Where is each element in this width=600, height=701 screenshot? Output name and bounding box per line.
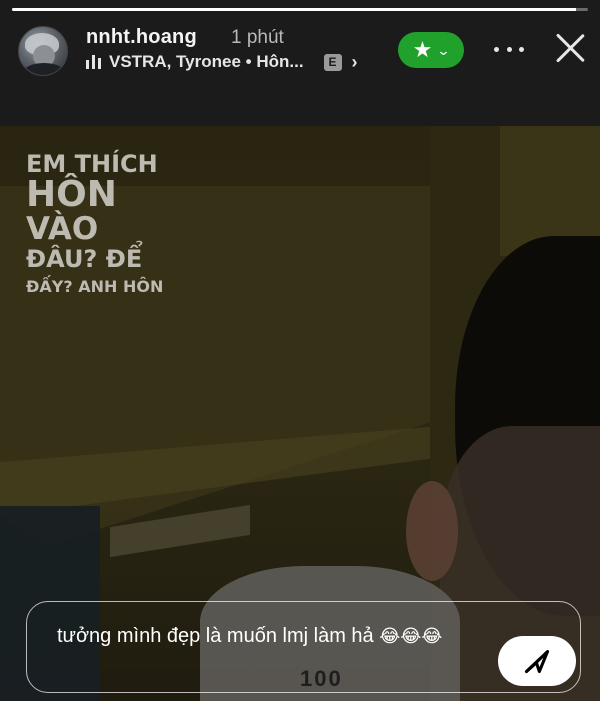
- username[interactable]: nnht.hoang: [86, 26, 197, 49]
- music-label[interactable]: VSTRA, Tyronee • Hôn... E ›: [86, 51, 358, 73]
- music-bars-icon: [86, 55, 101, 69]
- chevron-right-icon: ›: [351, 51, 358, 72]
- overlay-line: ĐẤY? ANH HÔN: [26, 277, 164, 296]
- overlay-line: HÔN: [26, 174, 117, 215]
- story-progress-fill: [12, 8, 577, 11]
- favorites-button[interactable]: ★ ⌄: [398, 32, 464, 68]
- music-title: VSTRA, Tyronee • Hôn...: [109, 52, 304, 71]
- send-button[interactable]: [498, 636, 576, 686]
- close-icon[interactable]: [552, 30, 588, 66]
- time-ago: 1 phút: [231, 27, 284, 48]
- story-text-overlay: EM THÍCH HÔN VÀO ĐÂU? ĐỂ ĐẤY? ANH HÔN: [26, 152, 163, 295]
- overlay-line: ĐÂU? ĐỂ: [26, 245, 143, 273]
- more-options-icon[interactable]: [494, 34, 524, 64]
- overlay-line: EM THÍCH: [26, 150, 158, 178]
- story-progress-bar: [12, 8, 588, 11]
- avatar[interactable]: [18, 26, 68, 76]
- reply-text[interactable]: tưởng mình đẹp là muốn lmj làm hả 😂😂😂: [57, 622, 457, 651]
- overlay-line: VÀO: [26, 211, 99, 247]
- reply-message: tưởng mình đẹp là muốn lmj làm hả: [57, 625, 374, 647]
- send-icon: [524, 650, 550, 674]
- explicit-badge: E: [323, 53, 342, 71]
- reply-input[interactable]: tưởng mình đẹp là muốn lmj làm hả 😂😂😂: [26, 601, 581, 693]
- person-ear: [406, 481, 458, 581]
- story-header: nnht.hoang 1 phút VSTRA, Tyronee • Hôn..…: [0, 0, 600, 126]
- reply-emojis: 😂😂😂: [379, 626, 443, 646]
- star-icon: ★: [412, 37, 433, 62]
- chevron-down-icon: ⌄: [436, 42, 451, 58]
